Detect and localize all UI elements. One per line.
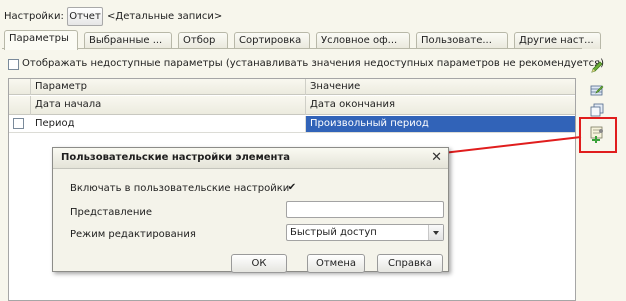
help-button[interactable]: Справка (377, 254, 443, 273)
tab-user-fields[interactable]: Пользовате... (416, 32, 508, 49)
cancel-button[interactable]: Отмена (307, 254, 365, 273)
row-parameter-cell[interactable]: Период (31, 116, 306, 132)
report-button[interactable]: Отчет (67, 7, 103, 26)
tab-sorting[interactable]: Сортировка (234, 32, 310, 49)
checkbox-column-header (9, 79, 31, 95)
dialog-title-bar[interactable]: Пользовательские настройки элемента ✕ (53, 148, 448, 169)
row-value-cell[interactable]: Произвольный период (306, 116, 575, 132)
include-in-user-settings-checkbox[interactable]: ✔ (286, 182, 298, 194)
edit-mode-label: Режим редактирования (70, 229, 196, 240)
settings-description: <Детальные записи> (107, 11, 223, 22)
settings-label: Настройки: (4, 11, 64, 22)
grid-header-row: Параметр Значение (9, 79, 575, 95)
presentation-label: Представление (70, 207, 153, 218)
edit-pencil-icon[interactable] (590, 60, 604, 74)
start-date-header[interactable]: Дата начала (31, 96, 306, 115)
value-column-header[interactable]: Значение (306, 79, 575, 95)
dialog-title: Пользовательские настройки элемента (61, 152, 290, 163)
parameter-column-header[interactable]: Параметр (31, 79, 306, 95)
show-unavailable-label: Отображать недоступные параметры (устана… (22, 58, 604, 69)
tab-bar: Параметры Выбранные ... Отбор Сортировка… (2, 30, 602, 50)
table-edit-icon[interactable] (590, 83, 604, 97)
presentation-input[interactable] (286, 201, 444, 218)
tab-filter[interactable]: Отбор (178, 32, 228, 49)
user-settings-icon[interactable] (589, 125, 607, 143)
tab-selected-fields[interactable]: Выбранные ... (84, 32, 172, 49)
element-settings-dialog[interactable]: Пользовательские настройки элемента ✕ Вк… (52, 147, 449, 273)
show-unavailable-checkbox[interactable] (8, 59, 19, 70)
include-in-user-settings-label: Включать в пользовательские настройки (70, 183, 290, 194)
row-checkbox[interactable] (13, 118, 24, 129)
grid-subheader-row: Дата начала Дата окончания (9, 96, 575, 115)
edit-mode-select[interactable]: Быстрый доступ (286, 224, 444, 241)
close-icon[interactable]: ✕ (431, 150, 442, 166)
tab-parameters[interactable]: Параметры (4, 30, 78, 50)
table-row[interactable]: Период Произвольный период (9, 116, 575, 133)
tab-conditional-format[interactable]: Условное оф... (316, 32, 410, 49)
tab-other-settings[interactable]: Другие наст... (514, 32, 601, 49)
copy-icon[interactable] (590, 103, 604, 117)
chevron-down-icon[interactable] (428, 225, 443, 240)
edit-mode-value: Быстрый доступ (290, 227, 377, 238)
ok-button[interactable]: ОК (231, 254, 287, 273)
checkbox-column-subheader (9, 96, 31, 115)
end-date-header[interactable]: Дата окончания (306, 96, 575, 115)
